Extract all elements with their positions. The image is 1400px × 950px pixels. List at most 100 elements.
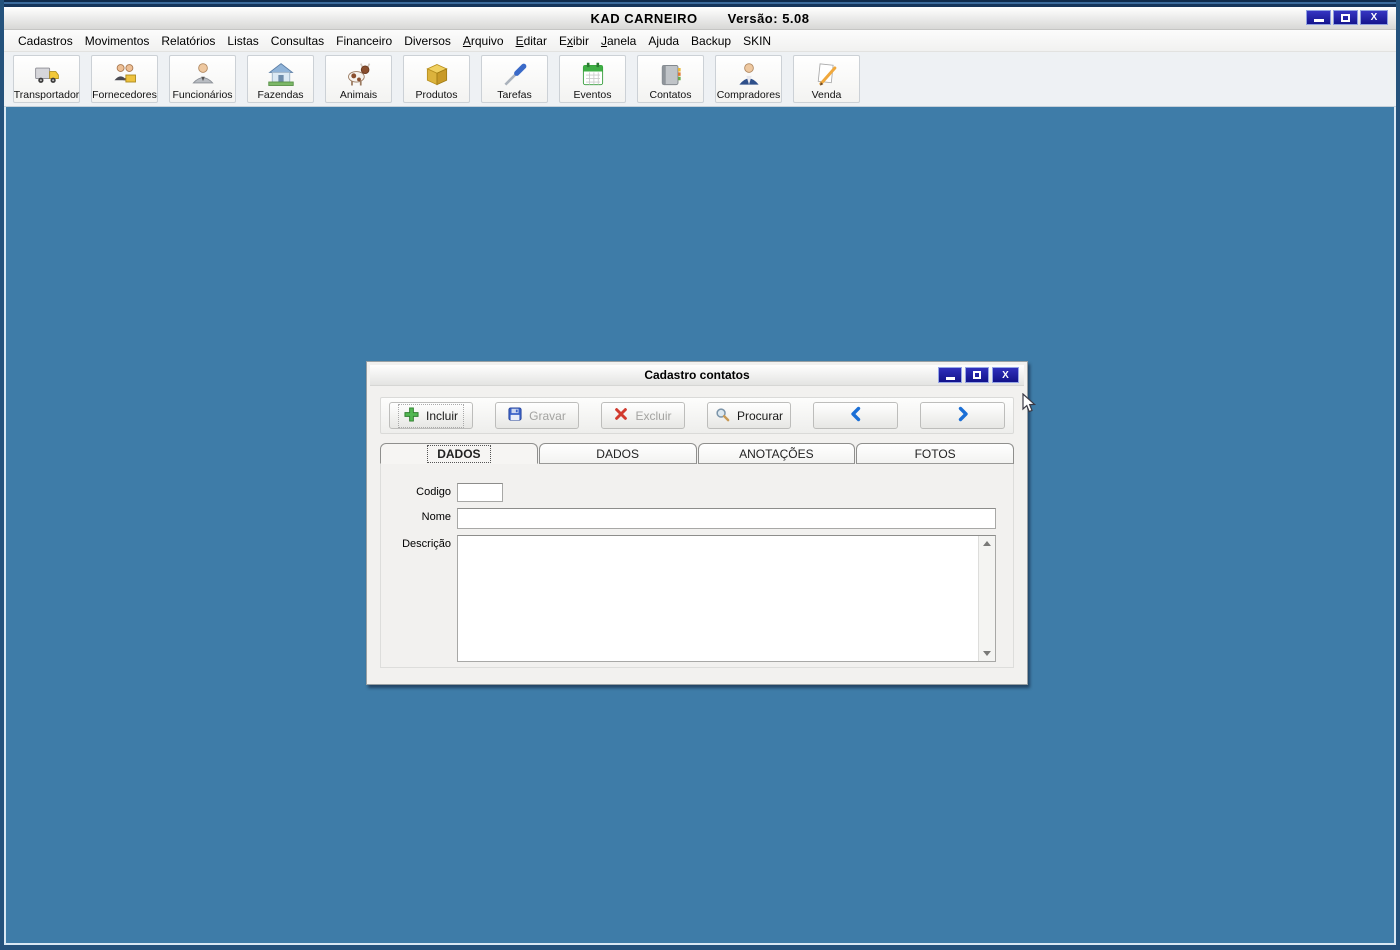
vertical-scrollbar[interactable]: [978, 536, 995, 661]
tab-anotacoes[interactable]: ANOTAÇÕES: [697, 443, 856, 464]
chevron-right-icon: [955, 406, 971, 425]
cow-icon: [344, 57, 374, 89]
codigo-label: Codigo: [416, 486, 451, 498]
dialog-minimize-button[interactable]: [938, 367, 962, 383]
scroll-up-button[interactable]: [979, 536, 995, 551]
nome-label: Nome: [421, 511, 451, 523]
toolbar-button-animais[interactable]: Animais: [325, 55, 392, 103]
tab-dados-2[interactable]: DADOS: [538, 443, 697, 464]
menu-bar: Cadastros Movimentos Relatórios Listas C…: [4, 30, 1396, 52]
menu-item-diversos[interactable]: Diversos: [398, 31, 457, 51]
application-window: KAD CARNEIRO Versão: 5.08 X Cadastros Mov…: [0, 0, 1400, 950]
toolbar-button-contatos[interactable]: Contatos: [637, 55, 704, 103]
scroll-down-button[interactable]: [979, 646, 995, 661]
calendar-icon: [578, 57, 608, 89]
maximize-button[interactable]: [1333, 10, 1358, 25]
dialog-cadastro-contatos: Cadastro contatos X Incluir Gravar Exclu…: [366, 361, 1028, 685]
dialog-window-controls: X: [938, 367, 1019, 383]
dialog-toolbar: Incluir Gravar Excluir Procurar: [380, 397, 1014, 434]
toolbar-label: Funcionários: [172, 89, 233, 101]
address-book-icon: [656, 57, 686, 89]
menu-item-exibir[interactable]: Exibir: [553, 31, 595, 51]
mdi-workspace: Cadastro contatos X Incluir Gravar Exclu…: [4, 107, 1396, 945]
menu-item-movimentos[interactable]: Movimentos: [79, 31, 156, 51]
truck-icon: [32, 57, 62, 89]
floppy-icon: [508, 407, 522, 424]
app-version: Versão: 5.08: [727, 10, 810, 26]
plus-icon: [404, 406, 419, 425]
menu-item-arquivo[interactable]: Arquivo: [457, 31, 510, 51]
dialog-close-button[interactable]: X: [992, 367, 1019, 383]
dialog-tab-strip: DADOS DADOS ANOTAÇÕES FOTOS: [380, 443, 1014, 464]
descricao-label: Descrição: [402, 538, 451, 550]
excluir-button[interactable]: Excluir: [601, 402, 685, 429]
tab-dados-1[interactable]: DADOS: [380, 443, 538, 464]
toolbar-button-transportador[interactable]: Transportador: [13, 55, 80, 103]
field-row-descricao: Descrição: [381, 535, 1013, 662]
close-button[interactable]: X: [1360, 10, 1388, 25]
main-titlebar[interactable]: KAD CARNEIRO Versão: 5.08 X: [4, 7, 1396, 30]
main-toolbar: Transportador Fornecedores Funcionários …: [4, 52, 1396, 107]
toolbar-label: Animais: [339, 89, 378, 101]
pencil-paper-icon: [812, 57, 842, 89]
toolbar-label: Fornecedores: [92, 89, 157, 101]
menu-item-editar[interactable]: Editar: [510, 31, 553, 51]
gravar-button[interactable]: Gravar: [495, 402, 579, 429]
main-title: KAD CARNEIRO Versão: 5.08: [590, 11, 809, 26]
suppliers-icon: [110, 57, 140, 89]
tab-page-dados: Codigo Nome Descrição: [380, 464, 1014, 668]
next-record-button[interactable]: [920, 402, 1005, 429]
procurar-button[interactable]: Procurar: [707, 402, 791, 429]
employee-icon: [188, 57, 218, 89]
descricao-textarea[interactable]: [457, 535, 996, 662]
toolbar-button-eventos[interactable]: Eventos: [559, 55, 626, 103]
menu-item-ajuda[interactable]: Ajuda: [642, 31, 685, 51]
menu-item-skin[interactable]: SKIN: [737, 31, 777, 51]
dialog-titlebar[interactable]: Cadastro contatos X: [370, 365, 1024, 386]
field-row-codigo: Codigo: [381, 483, 1013, 502]
toolbar-button-compradores[interactable]: Compradores: [715, 55, 782, 103]
menu-item-consultas[interactable]: Consultas: [265, 31, 330, 51]
toolbar-button-produtos[interactable]: Produtos: [403, 55, 470, 103]
toolbar-label: Eventos: [573, 89, 612, 101]
window-controls: X: [1306, 10, 1388, 25]
nome-input[interactable]: [457, 508, 996, 529]
toolbar-label: Fazendas: [257, 89, 304, 101]
toolbar-button-fornecedores[interactable]: Fornecedores: [91, 55, 158, 103]
toolbar-label: Transportador: [13, 89, 80, 101]
maximize-icon: [973, 371, 981, 379]
previous-record-button[interactable]: [813, 402, 898, 429]
toolbar-label: Produtos: [415, 89, 458, 101]
minimize-button[interactable]: [1306, 10, 1331, 25]
menu-item-financeiro[interactable]: Financeiro: [330, 31, 398, 51]
magnifier-icon: [715, 407, 730, 425]
tab-fotos[interactable]: FOTOS: [856, 443, 1014, 464]
incluir-button[interactable]: Incluir: [389, 402, 473, 429]
farm-house-icon: [266, 57, 296, 89]
toolbar-label: Compradores: [716, 89, 781, 101]
minimize-icon: [1313, 19, 1324, 22]
toolbar-button-tarefas[interactable]: Tarefas: [481, 55, 548, 103]
menu-item-relatorios[interactable]: Relatórios: [155, 31, 221, 51]
menu-item-listas[interactable]: Listas: [221, 31, 264, 51]
toolbar-button-fazendas[interactable]: Fazendas: [247, 55, 314, 103]
minimize-icon: [945, 376, 955, 380]
chevron-left-icon: [848, 406, 864, 425]
menu-item-backup[interactable]: Backup: [685, 31, 737, 51]
buyer-person-icon: [734, 57, 764, 89]
box-icon: [422, 57, 452, 89]
menu-item-janela[interactable]: Janela: [595, 31, 642, 51]
triangle-down-icon: [983, 651, 991, 656]
dialog-title: Cadastro contatos: [644, 368, 750, 382]
maximize-icon: [1341, 13, 1350, 22]
close-icon: X: [1002, 369, 1009, 381]
toolbar-label: Contatos: [649, 89, 692, 101]
toolbar-button-venda[interactable]: Venda: [793, 55, 860, 103]
toolbar-button-funcionarios[interactable]: Funcionários: [169, 55, 236, 103]
menu-item-cadastros[interactable]: Cadastros: [12, 31, 79, 51]
codigo-input[interactable]: [457, 483, 503, 502]
dialog-maximize-button[interactable]: [965, 367, 989, 383]
field-row-nome: Nome: [381, 508, 1013, 529]
screwdriver-icon: [500, 57, 530, 89]
red-x-icon: [614, 407, 628, 424]
